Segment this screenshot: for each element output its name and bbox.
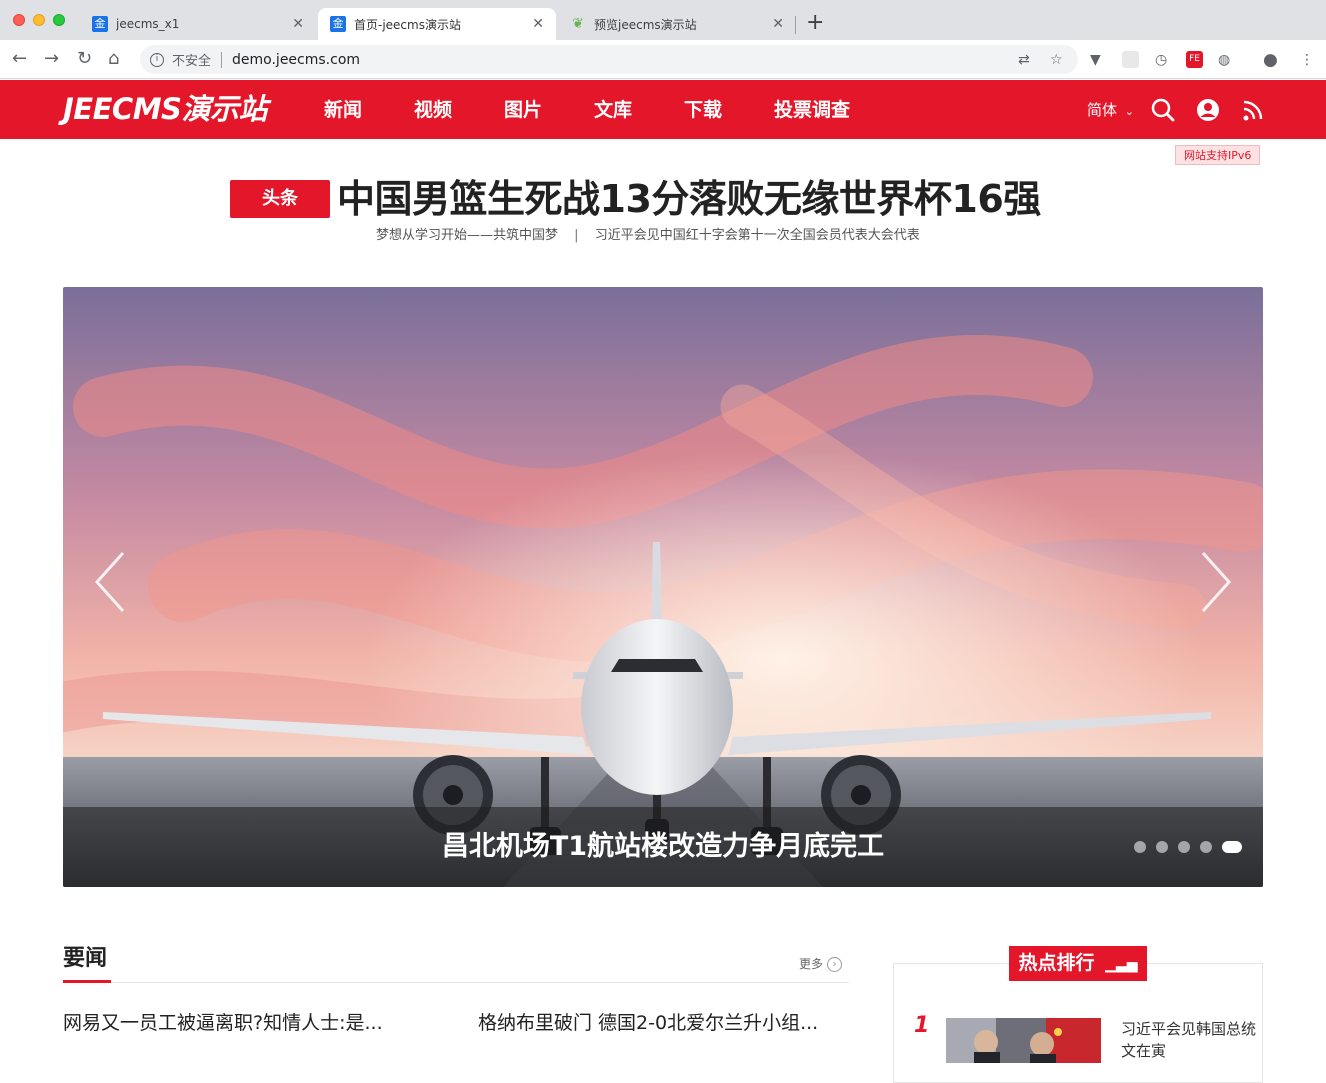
browser-tab-jeecms-x1[interactable]: 金 jeecms_x1 ✕ bbox=[80, 8, 316, 40]
home-icon[interactable]: ⌂ bbox=[108, 48, 119, 70]
language-selector[interactable]: 简体 ⌄ bbox=[1087, 100, 1134, 122]
browser-tab-home[interactable]: 金 首页-jeecms演示站 ✕ bbox=[318, 8, 556, 40]
headline-badge: 头条 bbox=[230, 180, 330, 218]
omnibox-divider bbox=[221, 51, 223, 68]
carousel-dot[interactable] bbox=[1156, 841, 1168, 853]
extension-clock-icon[interactable]: ◷ bbox=[1155, 52, 1167, 68]
carousel-dot[interactable] bbox=[1178, 841, 1190, 853]
info-icon[interactable]: i bbox=[150, 52, 164, 67]
security-label: 不安全 bbox=[172, 54, 212, 69]
hot-ranking-title: 热点排行 ▁▃▅ bbox=[1009, 946, 1147, 981]
address-bar[interactable]: i 不安全 demo.jeecms.com bbox=[140, 45, 1078, 74]
vue-devtools-extension-icon[interactable]: ▼ bbox=[1090, 52, 1101, 68]
search-icon[interactable] bbox=[1150, 97, 1176, 123]
tab-separator bbox=[795, 16, 796, 34]
chevron-right-circle-icon: › bbox=[827, 956, 843, 972]
extension-icon[interactable] bbox=[1122, 51, 1139, 68]
section-title-underline bbox=[63, 980, 111, 983]
carousel-caption[interactable]: 昌北机场T1航站楼改造力争月底完工 bbox=[63, 827, 1263, 867]
section-title-top-news: 要闻 bbox=[63, 946, 108, 971]
headline-sub-link[interactable]: 习近平会见中国红十字会第十一次全国会员代表大会代表 bbox=[595, 228, 920, 243]
section-divider bbox=[63, 982, 849, 983]
tab-title: 首页-jeecms演示站 bbox=[354, 17, 461, 32]
nav-item-vote-survey[interactable]: 投票调查 bbox=[774, 98, 850, 122]
hero-carousel[interactable]: 昌北机场T1航站楼改造力争月底完工 bbox=[63, 287, 1263, 887]
carousel-dot-active[interactable] bbox=[1222, 841, 1242, 853]
translate-icon[interactable]: ⇄ bbox=[1018, 52, 1030, 68]
more-label: 更多 bbox=[799, 957, 824, 971]
news-item[interactable]: 网易又一员工被逼离职?知情人士:是... bbox=[63, 1009, 383, 1037]
nav-item-library[interactable]: 文库 bbox=[594, 98, 632, 122]
carousel-slide-image[interactable] bbox=[63, 287, 1263, 887]
close-window-button[interactable] bbox=[13, 14, 25, 26]
maximize-window-button[interactable] bbox=[53, 14, 65, 26]
tab-close-icon[interactable]: ✕ bbox=[772, 16, 784, 32]
browser-toolbar: ← → ↻ ⌂ i 不安全 demo.jeecms.com ⇄ ☆ ▼ ◷ FE… bbox=[0, 40, 1326, 79]
carousel-next-arrow-icon[interactable] bbox=[1195, 547, 1235, 617]
new-tab-button[interactable]: + bbox=[806, 11, 824, 35]
chevron-down-icon: ⌄ bbox=[1124, 105, 1135, 118]
hot-item-title[interactable]: 习近平会见韩国总统文在寅 bbox=[1121, 1018, 1256, 1062]
carousel-prev-arrow-icon[interactable] bbox=[91, 547, 131, 617]
headline-subtitles: 梦想从学习开始——共筑中国梦 | 习近平会见中国红十字会第十一次全国会员代表大会… bbox=[376, 226, 920, 246]
browser-tab-bar: 金 jeecms_x1 ✕ 金 首页-jeecms演示站 ✕ ❦ 预览jeecm… bbox=[0, 0, 1326, 40]
hot-rank-number: 1 bbox=[914, 1013, 930, 1038]
jeecms-favicon-icon: 金 bbox=[92, 16, 108, 32]
nav-item-download[interactable]: 下载 bbox=[684, 98, 722, 122]
back-arrow-icon[interactable]: ← bbox=[12, 48, 27, 70]
nav-item-video[interactable]: 视频 bbox=[414, 98, 452, 122]
tab-close-icon[interactable]: ✕ bbox=[292, 16, 304, 32]
more-link[interactable]: 更多 › bbox=[799, 956, 843, 972]
ipv6-badge: 网站支持IPv6 bbox=[1175, 145, 1261, 165]
tab-title: 预览jeecms演示站 bbox=[594, 17, 697, 32]
language-label: 简体 bbox=[1087, 101, 1118, 119]
tab-title: jeecms_x1 bbox=[116, 17, 180, 31]
profile-icon[interactable]: ● bbox=[1263, 52, 1278, 69]
rss-icon[interactable] bbox=[1240, 97, 1266, 123]
site-header: JEECMS演示站 新闻 视频 图片 文库 下载 投票调查 简体 ⌄ bbox=[0, 80, 1326, 139]
carousel-dot[interactable] bbox=[1134, 841, 1146, 853]
menu-kebab-icon[interactable]: ⋮ bbox=[1300, 52, 1314, 68]
bar-chart-icon: ▁▃▅ bbox=[1105, 957, 1138, 973]
hot-ranking-label: 热点排行 bbox=[1018, 952, 1095, 974]
news-item[interactable]: 格纳布里破门 德国2-0北爱尔兰升小组... bbox=[478, 1009, 818, 1037]
tab-close-icon[interactable]: ✕ bbox=[532, 16, 544, 32]
site-logo[interactable]: JEECMS演示站 bbox=[63, 90, 267, 128]
nav-item-news[interactable]: 新闻 bbox=[324, 98, 362, 122]
headline-sub-separator: | bbox=[574, 228, 579, 243]
leaf-icon: ❦ bbox=[572, 16, 584, 32]
forward-arrow-icon[interactable]: → bbox=[44, 48, 59, 70]
jeecms-favicon-icon: 金 bbox=[330, 16, 346, 32]
browser-tab-preview[interactable]: ❦ 预览jeecms演示站 ✕ bbox=[558, 8, 796, 40]
user-icon[interactable] bbox=[1195, 97, 1221, 123]
headline-title[interactable]: 中国男篮生死战13分落败无缘世界杯16强 bbox=[337, 174, 1041, 224]
headline-sub-link[interactable]: 梦想从学习开始——共筑中国梦 bbox=[376, 228, 558, 243]
carousel-dot[interactable] bbox=[1200, 841, 1212, 853]
nav-item-pictures[interactable]: 图片 bbox=[504, 98, 542, 122]
bookmark-star-icon[interactable]: ☆ bbox=[1050, 52, 1063, 68]
globe-extension-icon[interactable]: ◍ bbox=[1218, 52, 1230, 68]
minimize-window-button[interactable] bbox=[33, 14, 45, 26]
carousel-pagination bbox=[1134, 841, 1242, 853]
url-text[interactable]: demo.jeecms.com bbox=[232, 52, 360, 68]
reload-icon[interactable]: ↻ bbox=[77, 48, 92, 70]
hot-item-thumbnail[interactable] bbox=[946, 1018, 1101, 1063]
fe-extension-icon[interactable]: FE bbox=[1186, 51, 1203, 68]
